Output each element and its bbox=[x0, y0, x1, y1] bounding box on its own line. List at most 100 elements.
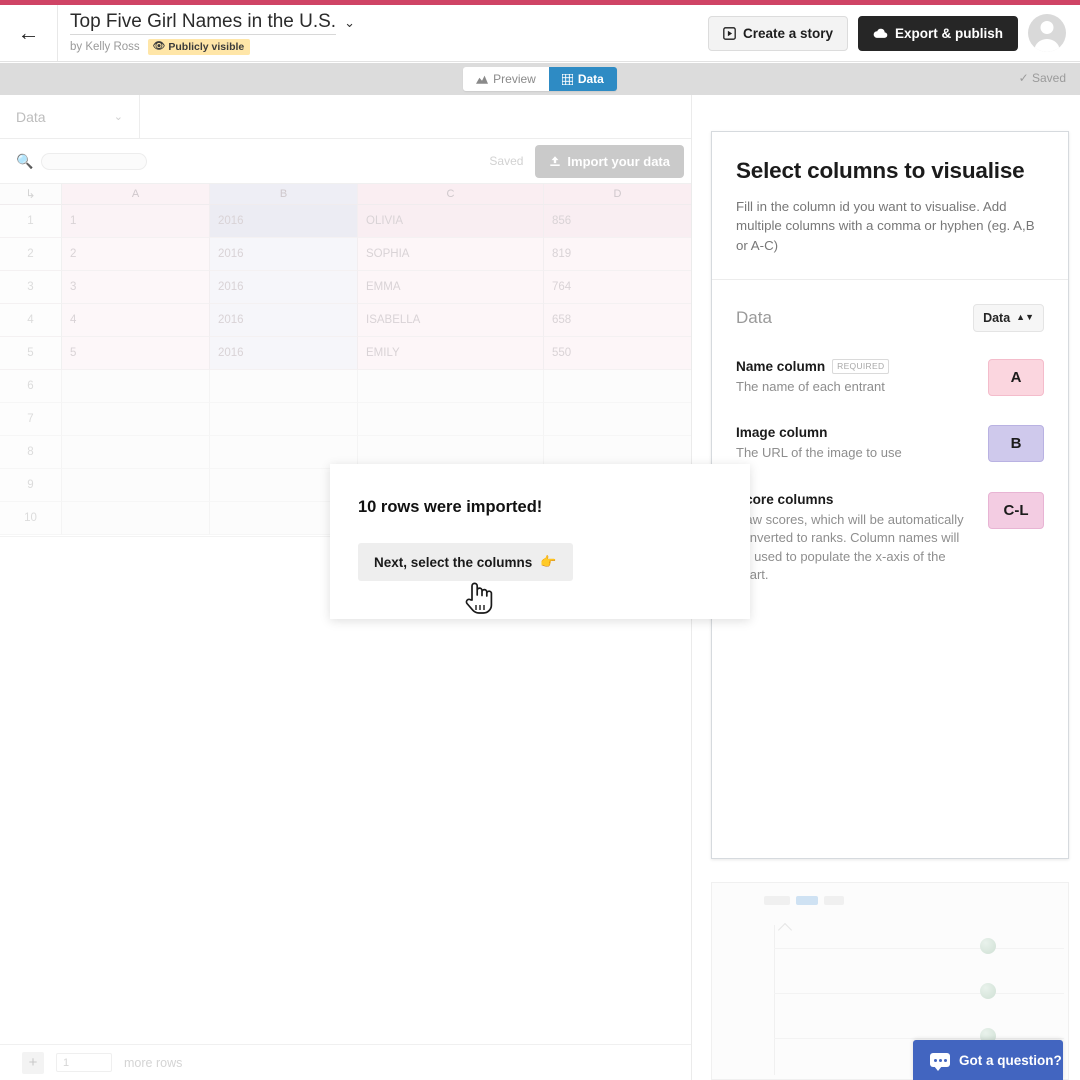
saved-indicator: ✓ Saved bbox=[1019, 71, 1066, 85]
cell-c[interactable]: SOPHIA bbox=[358, 238, 544, 271]
select-columns-panel: Select columns to visualise Fill in the … bbox=[711, 131, 1069, 859]
name-column-value[interactable]: A bbox=[988, 358, 1044, 396]
cell-b[interactable]: 2016 bbox=[210, 205, 358, 238]
cell-a[interactable]: 2 bbox=[62, 238, 210, 271]
data-source-select[interactable]: Data ▲▼ bbox=[973, 303, 1044, 332]
table-row[interactable]: 3 3 2016 EMMA 764 bbox=[0, 271, 692, 304]
cell-a[interactable]: 3 bbox=[62, 271, 210, 304]
column-header-b[interactable]: B bbox=[210, 184, 358, 205]
export-publish-button[interactable]: Export & publish bbox=[858, 15, 1018, 51]
cell-b[interactable]: 2016 bbox=[210, 304, 358, 337]
next-select-columns-button[interactable]: Next, select the columns 👉 bbox=[358, 543, 573, 581]
cell-d[interactable]: 819 bbox=[544, 238, 692, 271]
cell-a[interactable] bbox=[62, 403, 210, 436]
row-number: 3 bbox=[0, 271, 62, 304]
avatar[interactable] bbox=[1028, 14, 1066, 52]
cell-c[interactable]: EMILY bbox=[358, 337, 544, 370]
import-data-label: Import your data bbox=[567, 153, 670, 169]
table-row[interactable]: 1 1 2016 OLIVIA 856 bbox=[0, 205, 692, 238]
grid-header-row: ↳ A B C D bbox=[0, 184, 692, 205]
column-header-c[interactable]: C bbox=[358, 184, 544, 205]
chevron-down-icon[interactable]: ⌄ bbox=[344, 15, 355, 31]
tab-preview-label: Preview bbox=[493, 72, 536, 86]
tab-preview[interactable]: Preview bbox=[463, 67, 549, 91]
cell-a[interactable]: 5 bbox=[62, 337, 210, 370]
cell-b[interactable]: 2016 bbox=[210, 271, 358, 304]
cell-b[interactable]: 2016 bbox=[210, 238, 358, 271]
cell-a[interactable] bbox=[62, 502, 210, 535]
cell-a[interactable] bbox=[62, 469, 210, 502]
cell-d[interactable]: 856 bbox=[544, 205, 692, 238]
cell-a[interactable]: 4 bbox=[62, 304, 210, 337]
document-meta: Top Five Girl Names in the U.S. ⌄ by Kel… bbox=[58, 11, 708, 56]
export-publish-label: Export & publish bbox=[895, 25, 1003, 41]
ghost-tab-2 bbox=[796, 896, 818, 905]
image-column-value[interactable]: B bbox=[988, 425, 1044, 463]
create-story-label: Create a story bbox=[742, 25, 833, 41]
sheet-tabstrip: Data ⌄ bbox=[0, 95, 692, 139]
field-name-column-label: Name column bbox=[736, 358, 826, 374]
required-badge: REQUIRED bbox=[832, 358, 890, 374]
grid-icon bbox=[561, 73, 573, 85]
search-icon: 🔍 bbox=[16, 152, 34, 169]
chat-widget-label: Got a question? bbox=[959, 1052, 1062, 1068]
chevron-down-icon[interactable]: ⌄ bbox=[114, 110, 123, 123]
data-source-row: Data Data ▲▼ bbox=[736, 298, 1044, 350]
create-story-button[interactable]: Create a story bbox=[707, 15, 848, 51]
cell-d[interactable]: 658 bbox=[544, 304, 692, 337]
cell-d[interactable]: 550 bbox=[544, 337, 692, 370]
table-row[interactable]: 4 4 2016 ISABELLA 658 bbox=[0, 304, 692, 337]
modal-title: 10 rows were imported! bbox=[358, 498, 543, 516]
field-score-columns: Score columns Raw scores, which will be … bbox=[736, 483, 1044, 605]
sheet-tab-data[interactable]: Data ⌄ bbox=[0, 95, 140, 138]
cell-d[interactable] bbox=[544, 370, 692, 403]
ghost-tabs bbox=[712, 883, 1068, 905]
score-columns-value[interactable]: C-L bbox=[988, 491, 1044, 529]
add-rows-button[interactable]: + bbox=[22, 1051, 44, 1074]
column-header-a[interactable]: A bbox=[62, 184, 210, 205]
cell-a[interactable] bbox=[62, 436, 210, 469]
cell-d[interactable]: 764 bbox=[544, 271, 692, 304]
column-header-d[interactable]: D bbox=[544, 184, 692, 205]
add-rows-bar: + 1 more rows bbox=[0, 1044, 692, 1080]
cell-a[interactable] bbox=[62, 370, 210, 403]
chart-icon bbox=[476, 75, 489, 84]
data-source-label: Data bbox=[736, 307, 772, 327]
status-badge[interactable]: 👁 Publicly visible bbox=[147, 38, 251, 56]
tab-data[interactable]: Data bbox=[548, 67, 617, 91]
back-arrow-icon: ← bbox=[17, 20, 40, 45]
cell-a[interactable]: 1 bbox=[62, 205, 210, 238]
import-data-button[interactable]: Import your data bbox=[535, 144, 684, 178]
row-number: 6 bbox=[0, 370, 62, 403]
cell-c[interactable] bbox=[358, 370, 544, 403]
panel-body: Data Data ▲▼ Name column REQUIRED The na… bbox=[712, 280, 1068, 605]
chat-widget-button[interactable]: Got a question? bbox=[913, 1040, 1063, 1080]
page-title[interactable]: Top Five Girl Names in the U.S. bbox=[70, 11, 337, 35]
panel-header: Select columns to visualise Fill in the … bbox=[712, 132, 1068, 280]
select-all-corner[interactable]: ↳ bbox=[0, 184, 62, 205]
cell-b[interactable] bbox=[210, 370, 358, 403]
data-toolbar: 🔍 Saved Import your data bbox=[0, 139, 692, 183]
ghost-gridline bbox=[774, 993, 1064, 994]
cell-c[interactable]: EMMA bbox=[358, 271, 544, 304]
ghost-bubble bbox=[980, 938, 996, 954]
cell-b[interactable]: 2016 bbox=[210, 337, 358, 370]
next-select-columns-label: Next, select the columns bbox=[374, 554, 533, 570]
back-button[interactable]: ← bbox=[0, 5, 58, 61]
ghost-gridline bbox=[774, 948, 1064, 949]
cell-c[interactable]: OLIVIA bbox=[358, 205, 544, 238]
field-image-column-label: Image column bbox=[736, 425, 828, 441]
search-input[interactable] bbox=[41, 152, 148, 170]
cell-c[interactable]: ISABELLA bbox=[358, 304, 544, 337]
table-row[interactable]: 7 bbox=[0, 403, 692, 436]
table-row[interactable]: 2 2 2016 SOPHIA 819 bbox=[0, 238, 692, 271]
table-row[interactable]: 5 5 2016 EMILY 550 bbox=[0, 337, 692, 370]
cell-c[interactable] bbox=[358, 403, 544, 436]
tab-data-label: Data bbox=[577, 72, 604, 86]
cell-b[interactable] bbox=[210, 403, 358, 436]
cell-d[interactable] bbox=[544, 403, 692, 436]
table-row[interactable]: 6 bbox=[0, 370, 692, 403]
status-badge-label: Publicly visible bbox=[168, 40, 245, 53]
add-rows-input[interactable]: 1 bbox=[56, 1053, 112, 1072]
updown-arrows-icon: ▲▼ bbox=[1016, 312, 1034, 323]
